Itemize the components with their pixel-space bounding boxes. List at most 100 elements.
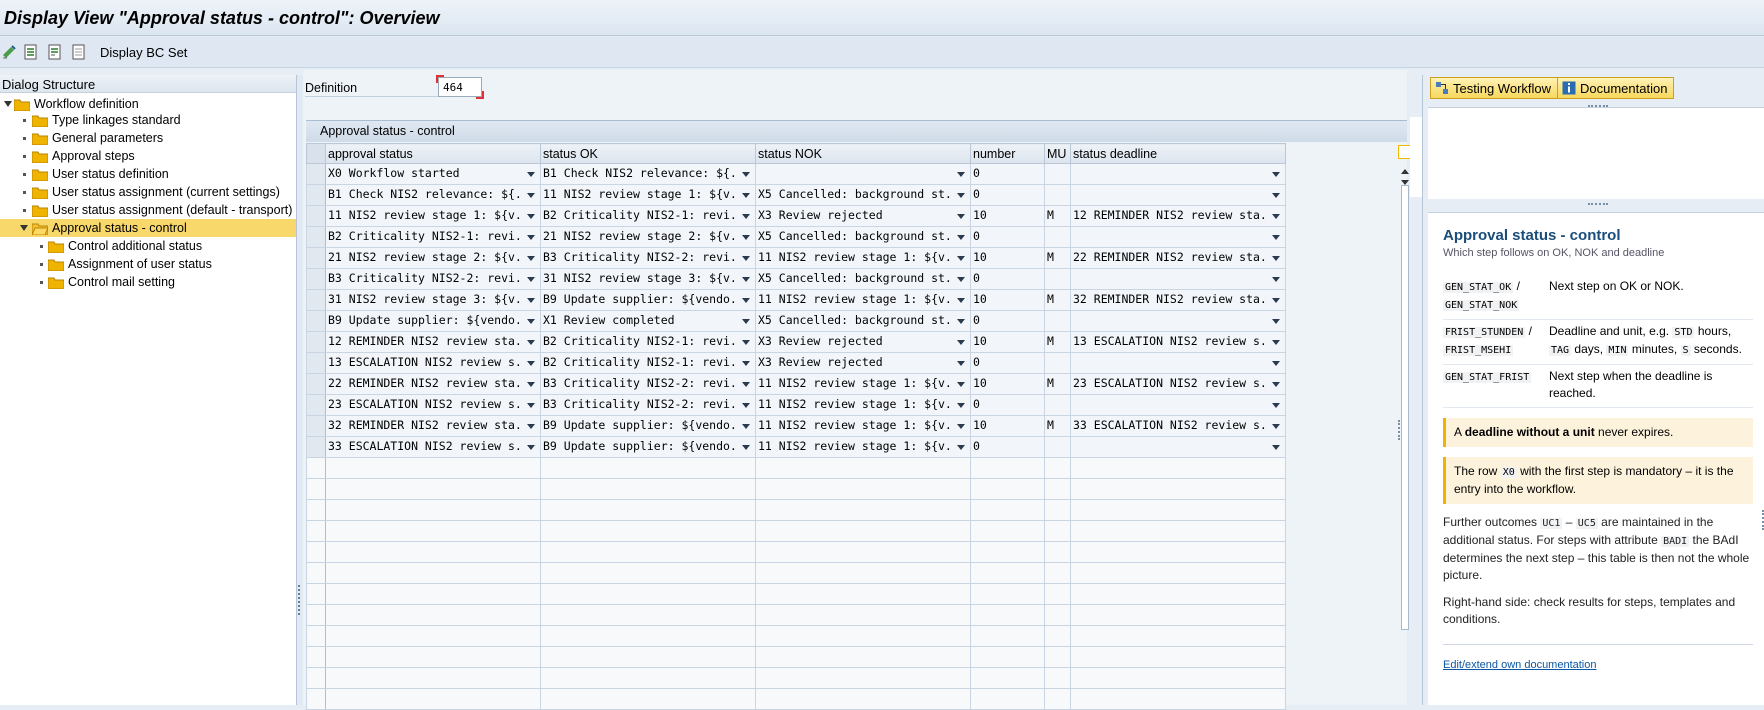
dropdown-arrow-icon[interactable] <box>527 235 535 240</box>
table-cell[interactable]: 10 <box>970 289 1045 311</box>
row-selector[interactable] <box>306 541 326 563</box>
table-cell[interactable] <box>1070 184 1286 206</box>
column-header-status-ok[interactable]: status OK <box>540 143 756 164</box>
empty-cell[interactable] <box>755 478 971 500</box>
empty-cell[interactable] <box>540 583 756 605</box>
row-selector[interactable] <box>306 667 326 689</box>
empty-cell[interactable] <box>755 667 971 689</box>
definition-field[interactable]: 464 <box>436 75 484 99</box>
empty-cell[interactable] <box>540 457 756 479</box>
empty-cell[interactable] <box>1070 646 1286 668</box>
empty-cell[interactable] <box>970 583 1045 605</box>
table-cell[interactable]: 11 NIS2 review stage 1: ${v... <box>540 184 756 206</box>
table-cell[interactable]: 33 ESCALATION NIS2 review s... <box>325 436 541 458</box>
table-cell[interactable]: 11 NIS2 review stage 1: ${v... <box>755 247 971 269</box>
table-cell[interactable]: B9 Update supplier: ${vendo... <box>540 289 756 311</box>
empty-cell[interactable] <box>970 478 1045 500</box>
dropdown-arrow-icon[interactable] <box>527 319 535 324</box>
table-cell[interactable]: B2 Criticality NIS2-1: revi... <box>540 205 756 227</box>
empty-cell[interactable] <box>755 583 971 605</box>
dropdown-arrow-icon[interactable] <box>742 319 750 324</box>
table-cell[interactable]: 22 REMINDER NIS2 review sta... <box>325 373 541 395</box>
table-cell[interactable]: X5 Cancelled: background st... <box>755 310 971 332</box>
expand-caret-icon[interactable] <box>4 101 12 107</box>
empty-cell[interactable] <box>970 457 1045 479</box>
dropdown-arrow-icon[interactable] <box>957 445 965 450</box>
tree-node-control-additional-status[interactable]: Control additional status <box>0 237 296 255</box>
empty-cell[interactable] <box>325 478 541 500</box>
empty-cell[interactable] <box>970 541 1045 563</box>
dropdown-arrow-icon[interactable] <box>1272 277 1280 282</box>
tree-node-general-parameters[interactable]: General parameters <box>0 129 296 147</box>
empty-cell[interactable] <box>1070 688 1286 710</box>
empty-cell[interactable] <box>325 646 541 668</box>
tree-node-approval-steps[interactable]: Approval steps <box>0 147 296 165</box>
table-cell[interactable]: 33 ESCALATION NIS2 review s... <box>1070 415 1286 437</box>
dropdown-arrow-icon[interactable] <box>742 235 750 240</box>
empty-cell[interactable] <box>1044 646 1071 668</box>
splitter-grip[interactable] <box>1588 203 1608 206</box>
row-selector[interactable] <box>306 394 326 416</box>
row-selector[interactable] <box>306 310 326 332</box>
empty-cell[interactable] <box>325 604 541 626</box>
empty-cell[interactable] <box>1070 478 1286 500</box>
empty-cell[interactable] <box>325 457 541 479</box>
dropdown-arrow-icon[interactable] <box>527 361 535 366</box>
column-header-number[interactable]: number <box>970 143 1045 164</box>
empty-cell[interactable] <box>325 667 541 689</box>
table-cell[interactable]: 10 <box>970 373 1045 395</box>
dropdown-arrow-icon[interactable] <box>957 361 965 366</box>
row-selector[interactable] <box>306 604 326 626</box>
dropdown-arrow-icon[interactable] <box>1272 172 1280 177</box>
table-cell[interactable]: X5 Cancelled: background st... <box>755 226 971 248</box>
empty-cell[interactable] <box>540 520 756 542</box>
dropdown-arrow-icon[interactable] <box>957 298 965 303</box>
tree-node-user-status-definition[interactable]: User status definition <box>0 165 296 183</box>
dropdown-arrow-icon[interactable] <box>957 214 965 219</box>
table-cell[interactable]: 11 NIS2 review stage 1: ${v... <box>755 394 971 416</box>
empty-cell[interactable] <box>1044 562 1071 584</box>
empty-cell[interactable] <box>540 625 756 647</box>
table-cell[interactable] <box>1044 436 1071 458</box>
dropdown-arrow-icon[interactable] <box>527 382 535 387</box>
table-cell[interactable] <box>1044 310 1071 332</box>
dropdown-arrow-icon[interactable] <box>957 256 965 261</box>
empty-cell[interactable] <box>325 688 541 710</box>
empty-cell[interactable] <box>755 646 971 668</box>
row-selector[interactable] <box>306 289 326 311</box>
tree-node-user-status-assignment-default[interactable]: User status assignment (default - transp… <box>0 201 296 219</box>
empty-cell[interactable] <box>1070 520 1286 542</box>
row-selector[interactable] <box>306 562 326 584</box>
table-cell[interactable]: 21 NIS2 review stage 2: ${v... <box>325 247 541 269</box>
dropdown-arrow-icon[interactable] <box>1272 256 1280 261</box>
splitter-grip[interactable] <box>298 585 301 615</box>
row-selector[interactable] <box>306 625 326 647</box>
empty-cell[interactable] <box>1044 583 1071 605</box>
empty-cell[interactable] <box>755 604 971 626</box>
dropdown-arrow-icon[interactable] <box>1272 403 1280 408</box>
empty-cell[interactable] <box>755 457 971 479</box>
dropdown-arrow-icon[interactable] <box>1272 235 1280 240</box>
dropdown-arrow-icon[interactable] <box>1272 382 1280 387</box>
empty-cell[interactable] <box>1044 499 1071 521</box>
table-cell[interactable] <box>1044 268 1071 290</box>
row-selector[interactable] <box>306 205 326 227</box>
tree-node-control-mail-setting[interactable]: Control mail setting <box>0 273 296 291</box>
dropdown-arrow-icon[interactable] <box>957 277 965 282</box>
table-cell[interactable]: 32 REMINDER NIS2 review sta... <box>325 415 541 437</box>
dropdown-arrow-icon[interactable] <box>527 193 535 198</box>
dropdown-arrow-icon[interactable] <box>742 277 750 282</box>
table-cell[interactable]: MIN <box>1044 415 1071 437</box>
empty-cell[interactable] <box>1070 583 1286 605</box>
display-bc-set-button[interactable]: Display BC Set <box>100 45 187 60</box>
row-selector[interactable] <box>306 247 326 269</box>
row-selector[interactable] <box>306 436 326 458</box>
empty-cell[interactable] <box>1044 478 1071 500</box>
table-cell[interactable]: 0 <box>970 310 1045 332</box>
empty-cell[interactable] <box>970 520 1045 542</box>
dropdown-arrow-icon[interactable] <box>527 445 535 450</box>
deselect-all-icon[interactable] <box>70 43 88 61</box>
dropdown-arrow-icon[interactable] <box>527 424 535 429</box>
empty-cell[interactable] <box>970 646 1045 668</box>
dropdown-arrow-icon[interactable] <box>742 424 750 429</box>
